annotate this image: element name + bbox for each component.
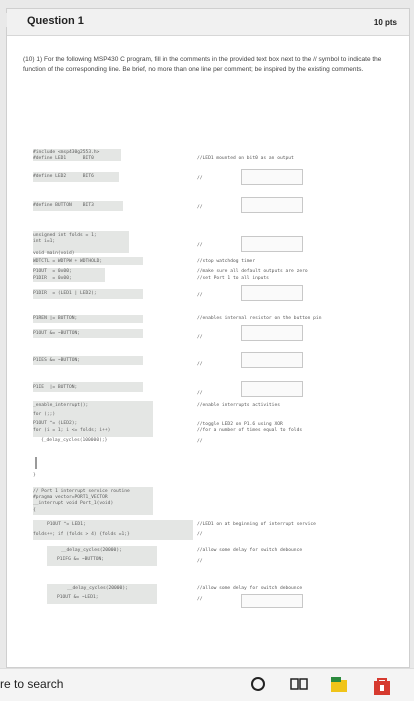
code-line: folds++; if (folds > 4) {folds =1;} [33, 532, 130, 537]
code-line: P1OUT ^= (LED2); [33, 421, 78, 426]
code-line: for (;;) [33, 412, 56, 417]
code-line: #define LED2 BIT6 [33, 174, 94, 179]
answer-textbox[interactable] [241, 197, 303, 213]
code-comment: //enable interrupts activities [197, 403, 280, 408]
code-comment: // [197, 293, 203, 298]
code-line: P1DIR = 0x00; [33, 276, 72, 281]
answer-textbox[interactable] [241, 169, 303, 185]
code-comment: //stop watchdog timer [197, 259, 256, 264]
taskbar-search[interactable]: re to search [0, 677, 63, 691]
code-line: __delay_cycles(20000); [61, 548, 122, 553]
code-comment: //allow some delay for switch debounce [197, 548, 303, 553]
question-title: Question 1 [27, 15, 84, 27]
code-comment: // [197, 362, 203, 367]
code-line: P1OUT &= ~BUTTON; [33, 331, 81, 336]
code-comment: //LED1 mounted on bit0 as an output [197, 156, 294, 161]
code-line: // Port 1 interrupt service routine [33, 489, 130, 494]
answer-textbox[interactable] [241, 285, 303, 301]
code-line: #pragma vector=PORT1_VECTOR [33, 495, 108, 500]
code-comment: // [197, 243, 203, 248]
code-comment: // [197, 597, 203, 602]
store-icon[interactable] [372, 676, 392, 700]
task-view-icon[interactable] [290, 676, 308, 696]
code-line: unsigned int folds = 1; [33, 233, 97, 238]
code-line: {_delay_cycles(100000);} [41, 438, 108, 443]
answer-textbox[interactable] [241, 352, 303, 368]
code-line: P1IES &= ~BUTTON; [33, 358, 81, 363]
code-line: #include <msp430g2553.h> [33, 150, 100, 155]
code-line: __delay_cycles(20000); [67, 586, 128, 591]
code-line: P1DIR = (LED1 | LED2); [33, 291, 97, 296]
answer-textbox[interactable] [241, 594, 303, 608]
answer-textbox[interactable] [241, 325, 303, 341]
code-image: #include <msp430g2553.h> #define LED1 BI… [7, 139, 409, 659]
code-line: P1IE |= BUTTON; [33, 385, 78, 390]
code-comment: //enables internal resistor on the butto… [197, 316, 322, 321]
taskbar: re to search [0, 668, 414, 701]
code-comment: // [197, 391, 203, 396]
text-cursor [35, 457, 37, 469]
code-comment: //for a number of times equal to folds [197, 428, 303, 433]
question-points: 10 pts [373, 18, 397, 27]
code-line: for (i = 1; i <= folds; i++) [33, 428, 111, 433]
code-comment: // [197, 559, 203, 564]
code-comment: // [197, 176, 203, 181]
question-prompt: (10) 1) For the following MSP430 C progr… [23, 56, 382, 73]
code-line: int i=1; [33, 239, 56, 244]
code-line: #define BUTTON BIT3 [33, 203, 94, 208]
question-header: Question 1 10 pts [7, 9, 409, 36]
app-icon[interactable] [330, 676, 348, 698]
code-comment: // [197, 335, 203, 340]
code-comment: //make sure all default outputs are zero [197, 269, 308, 274]
code-line: P1REN |= BUTTON; [33, 316, 78, 321]
code-comment: // [197, 532, 203, 537]
code-line: _enable_interrupt(); [33, 403, 89, 408]
code-line: void main(void) [33, 251, 75, 256]
cortana-icon[interactable] [250, 676, 266, 696]
code-comment: // [197, 205, 203, 210]
answer-textbox[interactable] [241, 236, 303, 252]
code-comment: // [197, 439, 203, 444]
code-line: __interrupt void Port_1(void) [33, 501, 114, 506]
code-line: P1OUT ^= LED1; [47, 522, 86, 527]
code-comment: //toggle LED2 on P1.6 using XOR [197, 422, 283, 427]
code-line: P1IFG &= ~BUTTON; [57, 557, 105, 562]
code-comment: //LED1 on at beginning of interrupt serv… [197, 522, 316, 527]
code-line: #define LED1 BIT0 [33, 156, 94, 161]
code-line: { [33, 508, 36, 513]
code-comment: //set Port 1 to all inputs [197, 276, 269, 281]
code-line: WDTCTL = WDTPW + WDTHOLD; [33, 259, 103, 264]
answer-textbox[interactable] [241, 381, 303, 397]
question-card: Question 1 10 pts (10) 1) For the follow… [2, 8, 410, 668]
code-line: P1OUT &= ~LED1; [57, 595, 99, 600]
code-line: P1OUT = 0x00; [33, 269, 72, 274]
code-comment: //allow some delay for switch debounce [197, 586, 303, 591]
code-line: } [33, 473, 36, 478]
